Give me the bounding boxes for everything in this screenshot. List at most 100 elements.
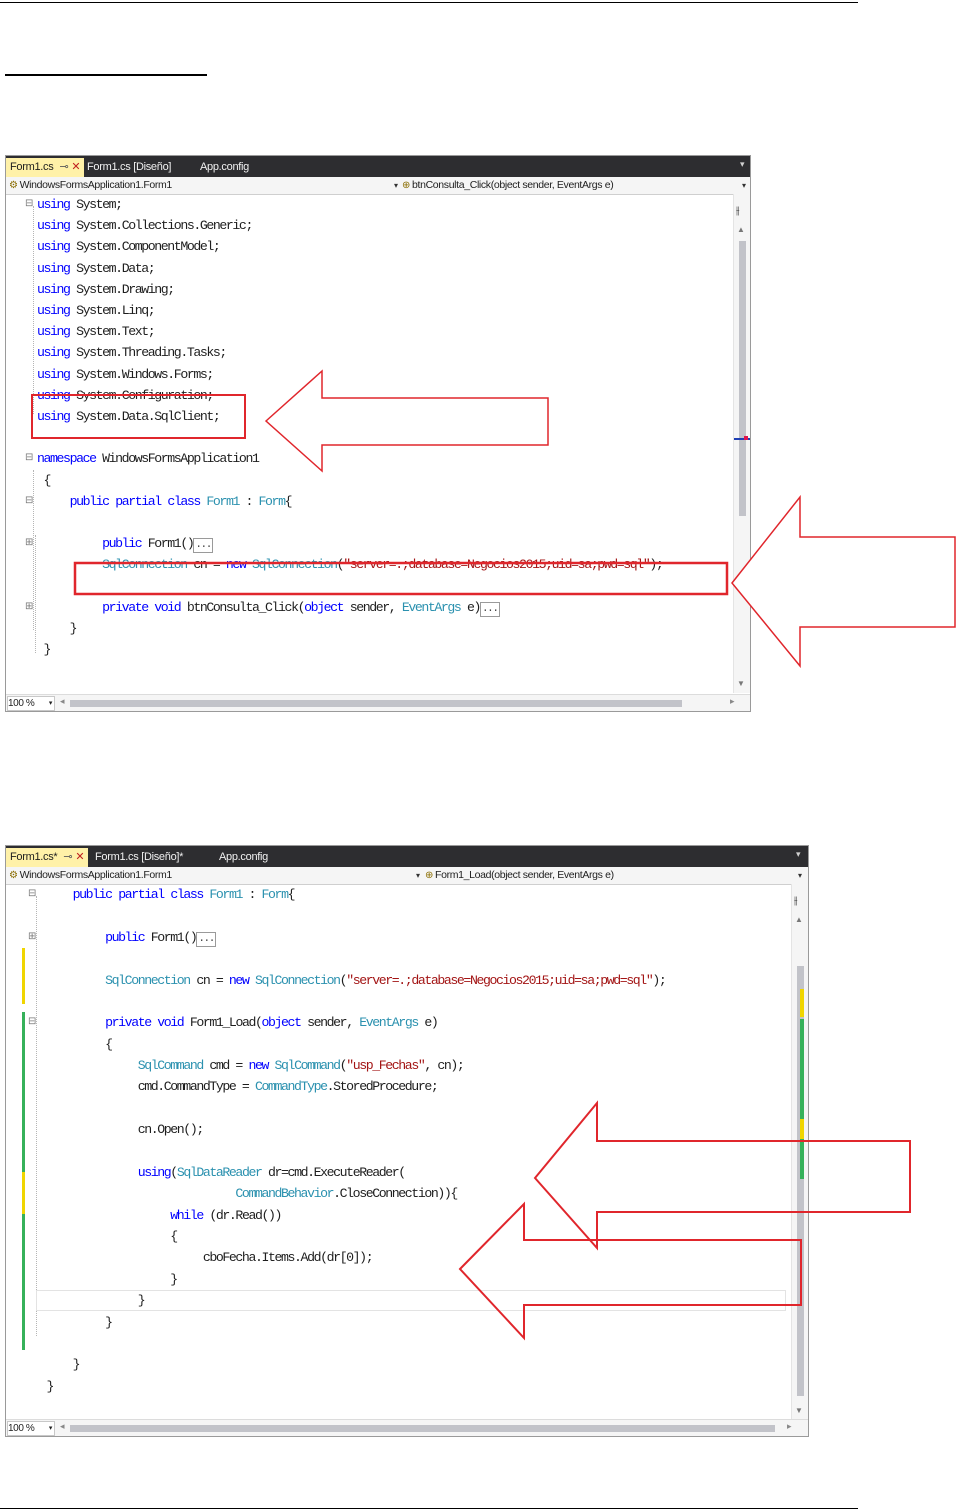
code-token: Form bbox=[258, 493, 286, 509]
scroll-right-icon[interactable]: ▸ bbox=[730, 696, 735, 707]
vertical-scroll-thumb[interactable] bbox=[739, 241, 746, 516]
code-line[interactable]: { bbox=[6, 470, 734, 491]
code-line[interactable]: } bbox=[6, 618, 734, 639]
code-line[interactable] bbox=[6, 948, 792, 969]
collapsed-region-button[interactable]: ... bbox=[196, 931, 216, 947]
code-line[interactable]: { bbox=[6, 1034, 792, 1055]
horizontal-scroll-thumb[interactable] bbox=[70, 700, 682, 707]
code-line[interactable]: using System.Windows.Forms; bbox=[6, 364, 734, 385]
chevron-down-icon[interactable]: ▾ bbox=[798, 867, 802, 884]
scroll-right-icon[interactable]: ▸ bbox=[787, 1421, 792, 1432]
horizontal-scrollbar[interactable]: 100 % ▾ ◂ ▸ bbox=[6, 1419, 808, 1436]
code-line[interactable]: namespace WindowsFormsApplication1 bbox=[6, 448, 734, 469]
code-line[interactable]: using System.Threading.Tasks; bbox=[6, 342, 734, 363]
tab-form1-cs[interactable]: Form1.cs* ⊸ ✕ bbox=[6, 848, 89, 867]
change-marker-saved bbox=[800, 989, 804, 1017]
scroll-up-icon[interactable]: ▲ bbox=[737, 225, 745, 234]
code-line[interactable] bbox=[6, 905, 792, 926]
chevron-down-icon[interactable]: ▾ bbox=[49, 697, 53, 710]
zoom-value: 100 % bbox=[8, 1423, 35, 1434]
split-handle-icon[interactable]: ⫲ bbox=[736, 205, 740, 218]
close-icon[interactable]: ✕ bbox=[71, 161, 80, 173]
chevron-down-icon[interactable]: ▾ bbox=[416, 867, 420, 884]
code-line[interactable]: cmd.CommandType = CommandType.StoredProc… bbox=[6, 1076, 792, 1097]
zoom-dropdown[interactable]: 100 % ▾ bbox=[7, 1421, 55, 1436]
code-token: cn = bbox=[189, 972, 229, 988]
code-line[interactable]: SqlConnection cn = new SqlConnection("se… bbox=[6, 970, 792, 991]
type-dropdown[interactable]: ⚙ WindowsFormsApplication1.Form1 bbox=[9, 177, 394, 194]
vertical-scrollbar[interactable]: ⫲ ▲ ▼ bbox=[791, 884, 808, 1420]
code-line[interactable]: } bbox=[6, 639, 734, 660]
code-line[interactable]: cn.Open(); bbox=[6, 1119, 792, 1140]
code-line[interactable]: CommandBehavior.CloseConnection)){ bbox=[6, 1183, 792, 1204]
code-line[interactable]: using System.Data; bbox=[6, 258, 734, 279]
code-line[interactable] bbox=[6, 991, 792, 1012]
tab-form1-cs[interactable]: Form1.cs ⊸ ✕ bbox=[6, 158, 85, 177]
horizontal-scrollbar[interactable]: 100 % ▾ ◂ ▸ bbox=[6, 694, 750, 711]
code-line[interactable]: { bbox=[6, 1226, 792, 1247]
code-line[interactable] bbox=[6, 1098, 792, 1119]
code-line[interactable]: SqlCommand cmd = new SqlCommand("usp_Fec… bbox=[6, 1055, 792, 1076]
code-token: object bbox=[261, 1015, 302, 1031]
code-line[interactable]: private void btnConsulta_Click(object se… bbox=[6, 597, 734, 618]
code-line[interactable]: public Form1()... bbox=[6, 927, 792, 948]
scroll-down-icon[interactable]: ▼ bbox=[795, 1406, 803, 1415]
code-line[interactable]: public Form1()... bbox=[6, 533, 734, 554]
pin-icon[interactable]: ⊸ bbox=[59, 161, 68, 173]
split-handle-icon[interactable]: ⫲ bbox=[794, 895, 798, 908]
type-dropdown[interactable]: ⚙ WindowsFormsApplication1.Form1 bbox=[9, 867, 414, 884]
tab-overflow-icon[interactable]: ▾ bbox=[796, 849, 801, 860]
code-line[interactable]: using System.Configuration; bbox=[6, 385, 734, 406]
code-line[interactable]: public partial class Form1 : Form{ bbox=[6, 884, 792, 905]
code-line[interactable] bbox=[6, 1141, 792, 1162]
code-line[interactable]: using System.Drawing; bbox=[6, 279, 734, 300]
code-line[interactable] bbox=[6, 512, 734, 533]
code-token: Form bbox=[261, 887, 289, 902]
chevron-down-icon[interactable]: ▾ bbox=[49, 1422, 53, 1435]
code-line[interactable]: using System.ComponentModel; bbox=[6, 236, 734, 257]
pin-icon[interactable]: ⊸ bbox=[63, 851, 72, 863]
collapsed-region-button[interactable]: ... bbox=[193, 538, 213, 554]
code-line[interactable]: using System.Data.SqlClient; bbox=[6, 406, 734, 427]
vertical-scrollbar[interactable]: ⫲ ▲ ▼ bbox=[733, 194, 750, 693]
horizontal-scroll-thumb[interactable] bbox=[70, 1425, 775, 1432]
code-line[interactable]: private void Form1_Load(object sender, E… bbox=[6, 1012, 792, 1033]
code-token: using bbox=[37, 387, 71, 403]
code-token: void bbox=[154, 599, 181, 615]
chevron-down-icon[interactable]: ▾ bbox=[394, 177, 398, 194]
code-line[interactable]: } bbox=[6, 1376, 792, 1397]
code-line[interactable]: cboFecha.Items.Add(dr[0]); bbox=[6, 1247, 792, 1268]
collapsed-region-button[interactable]: ... bbox=[479, 601, 500, 617]
close-icon[interactable]: ✕ bbox=[75, 851, 84, 863]
code-line[interactable] bbox=[6, 427, 734, 448]
chevron-down-icon[interactable]: ▾ bbox=[742, 177, 746, 194]
code-line[interactable]: using(SqlDataReader dr=cmd.ExecuteReader… bbox=[6, 1162, 792, 1183]
code-token: cmd.CommandType = bbox=[40, 1079, 255, 1095]
code-token: using bbox=[37, 281, 71, 297]
tab-app-config[interactable]: App.config bbox=[215, 848, 272, 867]
scroll-up-icon[interactable]: ▲ bbox=[795, 915, 803, 924]
code-line[interactable]: using System.Text; bbox=[6, 321, 734, 342]
code-line[interactable]: using System; bbox=[6, 194, 734, 215]
tab-form1-design[interactable]: Form1.cs [Diseño] bbox=[83, 158, 175, 177]
code-line[interactable] bbox=[6, 1333, 792, 1354]
code-line[interactable]: } bbox=[6, 1354, 792, 1375]
code-line[interactable]: } bbox=[6, 1312, 792, 1333]
tab-form1-design[interactable]: Form1.cs [Diseño]* bbox=[91, 848, 187, 867]
code-line[interactable] bbox=[6, 576, 734, 597]
scroll-left-icon[interactable]: ◂ bbox=[60, 696, 65, 707]
code-line[interactable]: public partial class Form1 : Form{ bbox=[6, 491, 734, 512]
member-dropdown[interactable]: ⊕ btnConsulta_Click(object sender, EventA… bbox=[402, 177, 732, 194]
code-line[interactable]: while (dr.Read()) bbox=[6, 1205, 792, 1226]
code-line[interactable]: SqlConnection cn = new SqlConnection("se… bbox=[6, 554, 734, 575]
code-line[interactable]: } bbox=[6, 1269, 792, 1290]
tab-overflow-icon[interactable]: ▾ bbox=[740, 159, 745, 170]
collapse-region-icon[interactable]: ⊟ bbox=[25, 452, 33, 463]
code-line[interactable]: using System.Linq; bbox=[6, 300, 734, 321]
code-line[interactable]: using System.Collections.Generic; bbox=[6, 215, 734, 236]
scroll-down-icon[interactable]: ▼ bbox=[737, 679, 745, 688]
zoom-dropdown[interactable]: 100 % ▾ bbox=[7, 696, 55, 711]
scroll-left-icon[interactable]: ◂ bbox=[60, 1421, 65, 1432]
member-dropdown[interactable]: ⊕ Form1_Load(object sender, EventArgs e) bbox=[425, 867, 785, 884]
tab-app-config[interactable]: App.config bbox=[196, 158, 253, 177]
